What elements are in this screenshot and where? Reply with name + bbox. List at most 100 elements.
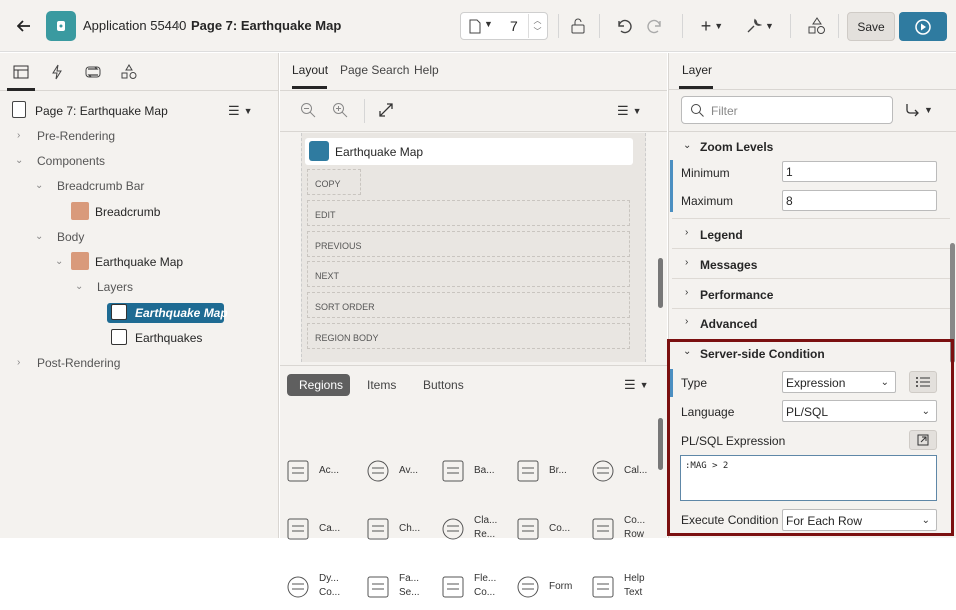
go-to-group-button[interactable]: ▼ xyxy=(905,103,933,117)
filter-input[interactable]: Filter xyxy=(681,96,893,124)
slot-next[interactable]: NEXT xyxy=(307,261,630,287)
tree-item-pre-rendering[interactable]: Pre-Rendering xyxy=(37,129,115,143)
tab-layout[interactable]: Layout xyxy=(292,63,328,77)
gallery-item-content-row[interactable]: Co... Row xyxy=(590,515,650,552)
tree-item-earthquakes[interactable]: Earthquakes xyxy=(135,331,202,345)
tree-item-breadcrumb-bar[interactable]: Breadcrumb Bar xyxy=(57,179,144,193)
expand-icon[interactable] xyxy=(379,103,393,117)
tree-root[interactable]: Page 7: Earthquake Map xyxy=(35,104,168,118)
chevron-right-icon[interactable]: › xyxy=(17,357,20,368)
tree-item-body[interactable]: Body xyxy=(57,230,84,244)
dynamic-actions-tab-icon[interactable] xyxy=(47,62,67,82)
gallery-item-chart[interactable]: Ch... xyxy=(365,516,425,552)
tree-item-earthquake-map[interactable]: Earthquake Map xyxy=(95,255,183,269)
tree-item-components[interactable]: Components xyxy=(37,154,105,168)
gallery-item-diamond[interactable]: Ac... xyxy=(285,458,345,494)
chevron-right-icon[interactable]: › xyxy=(685,287,688,298)
gallery-menu-button[interactable]: ☰ ▼ xyxy=(624,377,649,393)
tab-layer[interactable]: Layer xyxy=(682,63,712,77)
minimum-field[interactable]: 1 xyxy=(782,161,937,182)
gallery-item-badge[interactable]: Ba... xyxy=(440,458,500,494)
tab-help[interactable]: Help xyxy=(414,63,439,77)
undo-icon[interactable] xyxy=(614,16,634,36)
gallery-item-avatar[interactable]: Av... xyxy=(365,458,425,494)
gallery-item-label: Av... xyxy=(399,465,419,476)
run-button[interactable] xyxy=(899,12,947,41)
gallery-item-faceted-search[interactable]: Fa... Se... xyxy=(365,573,425,610)
region-header[interactable]: Earthquake Map xyxy=(305,138,633,165)
chevron-down-icon[interactable]: ⌄ xyxy=(683,140,691,151)
gallery-item-sublabel: Se... xyxy=(399,587,420,598)
lock-icon[interactable] xyxy=(568,16,588,36)
slot-copy[interactable]: COPY xyxy=(307,169,361,195)
scrollbar[interactable] xyxy=(658,258,663,308)
gallery-item-flex-container[interactable]: Fle... Co... xyxy=(440,573,500,610)
chevron-down-icon[interactable]: ⌄ xyxy=(75,281,83,292)
application-link[interactable]: Application 55440 xyxy=(83,18,186,33)
gallery-item-help-text[interactable]: Help Text xyxy=(590,573,650,610)
processing-tab-icon[interactable] xyxy=(83,62,103,82)
gallery-item-calendar[interactable]: Cal... xyxy=(590,458,650,494)
map-pin-icon xyxy=(309,141,329,161)
gallery-item-sublabel: Text xyxy=(624,587,643,598)
tree-item-layers[interactable]: Layers xyxy=(97,280,133,294)
app-icon[interactable] xyxy=(46,11,76,41)
tree-item-layer-label[interactable]: Earthquake Map xyxy=(135,306,228,320)
divider xyxy=(672,278,950,279)
active-tab-indicator xyxy=(292,86,327,89)
chevron-right-icon[interactable]: › xyxy=(685,227,688,238)
slot-edit[interactable]: EDIT xyxy=(307,200,630,226)
gallery-item-label: Help xyxy=(624,573,645,584)
save-button[interactable]: Save xyxy=(847,12,895,41)
tree-item-breadcrumb[interactable]: Breadcrumb xyxy=(95,205,160,219)
section-legend[interactable]: Legend xyxy=(700,228,743,242)
tab-page-search[interactable]: Page Search xyxy=(340,63,409,77)
create-menu-button[interactable]: + ▼ xyxy=(697,15,727,37)
faceted-search-icon xyxy=(365,574,391,600)
redo-icon[interactable] xyxy=(645,16,665,36)
tab-regions[interactable]: Regions xyxy=(299,378,343,392)
maximum-field[interactable]: 8 xyxy=(782,190,937,211)
zoom-out-icon[interactable] xyxy=(300,102,316,118)
tab-buttons[interactable]: Buttons xyxy=(423,378,464,392)
chevron-down-icon[interactable]: ⌄ xyxy=(15,155,23,166)
section-advanced[interactable]: Advanced xyxy=(700,317,757,331)
chevron-right-icon[interactable]: › xyxy=(17,130,20,141)
gallery-item-card[interactable]: Ca... xyxy=(285,516,345,552)
chevron-right-icon[interactable]: › xyxy=(685,316,688,327)
dynamic-content-icon xyxy=(285,574,311,600)
slot-sort-order[interactable]: SORT ORDER xyxy=(307,292,630,318)
scrollbar[interactable] xyxy=(658,418,663,470)
slot-previous[interactable]: PREVIOUS xyxy=(307,231,630,257)
chevron-right-icon[interactable]: › xyxy=(685,257,688,268)
tree-item-post-rendering[interactable]: Post-Rendering xyxy=(37,356,120,370)
chevron-down-icon[interactable]: ⌄ xyxy=(35,231,43,242)
layout-menu-button[interactable]: ☰ ▼ xyxy=(617,103,642,119)
left-tabs xyxy=(0,53,279,91)
section-messages[interactable]: Messages xyxy=(700,258,757,272)
page-number-input[interactable]: 7 xyxy=(510,18,518,34)
chevron-down-icon[interactable]: ⌄ xyxy=(55,256,63,267)
wrench-icon[interactable]: ▼ xyxy=(745,15,775,37)
rendering-tab-icon[interactable] xyxy=(11,62,31,82)
gallery-item-comments[interactable]: Co... xyxy=(515,516,575,552)
tab-items[interactable]: Items xyxy=(367,378,396,392)
layout-pane: Layout Page Search Help ☰ ▼ Earthquake Ma… xyxy=(280,53,667,598)
gallery-item-dynamic-content[interactable]: Dy... Co... xyxy=(285,573,345,610)
shapes-icon[interactable] xyxy=(806,15,828,37)
chevron-down-icon[interactable]: ▼ xyxy=(484,19,493,29)
gallery-item-breadcrumb[interactable]: Br... xyxy=(515,458,575,494)
slot-region-body[interactable]: REGION BODY xyxy=(307,323,630,349)
page-stepper[interactable]: ︿ ﹀ xyxy=(528,14,546,38)
chevron-down-icon[interactable]: ⌄ xyxy=(35,180,43,191)
section-performance[interactable]: Performance xyxy=(700,288,773,302)
shared-components-tab-icon[interactable] xyxy=(119,62,139,82)
back-arrow-icon[interactable] xyxy=(14,16,34,36)
gallery-item-form[interactable]: Form xyxy=(515,574,575,610)
section-zoom-levels[interactable]: Zoom Levels xyxy=(700,140,773,154)
zoom-in-icon[interactable] xyxy=(332,102,348,118)
calendar-icon xyxy=(590,458,616,484)
tree-menu-button[interactable]: ☰ ▼ xyxy=(228,103,253,119)
gallery-item-classic-report[interactable]: Cla... Re... xyxy=(440,515,500,552)
divider xyxy=(669,89,956,90)
